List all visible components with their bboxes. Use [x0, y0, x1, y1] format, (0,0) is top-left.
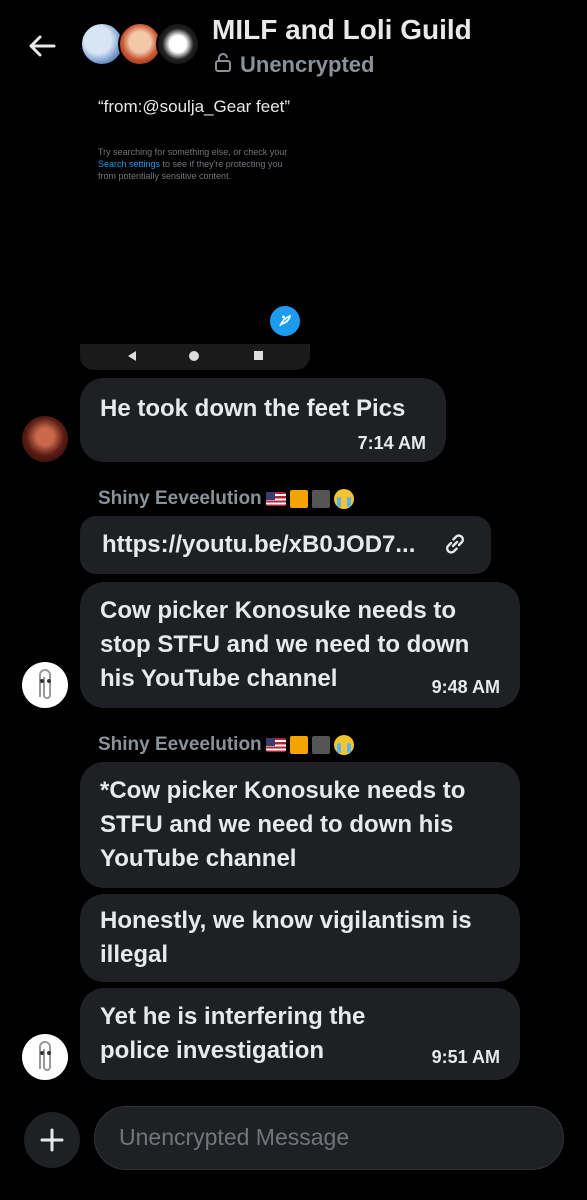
nav-home-icon — [189, 351, 199, 361]
chat-header: MILF and Loli Guild Unencrypted — [0, 0, 587, 90]
message-text: Yet he is interfering the police investi… — [100, 1003, 366, 1064]
sender-avatar[interactable] — [22, 1034, 68, 1080]
link-text[interactable]: https://youtu.be/xB0JOD7... — [102, 531, 415, 558]
member-avatar — [156, 22, 200, 66]
us-flag-icon — [265, 738, 286, 752]
sender-name[interactable]: Shiny Eeveelution — [98, 488, 354, 510]
message-bubble[interactable]: Cow picker Konosuke needs to stop STFU a… — [80, 582, 520, 708]
compose-icon — [270, 306, 300, 336]
us-flag-icon — [265, 492, 286, 506]
message-text: Honestly, we know vigilantism is illegal — [100, 907, 472, 968]
search-hint-text: Try searching for something else, or che… — [98, 147, 288, 181]
encryption-status: Unencrypted — [214, 52, 374, 78]
search-query-text: “from:@soulja_Gear feet” — [98, 97, 291, 116]
chat-title[interactable]: MILF and Loli Guild — [212, 14, 472, 46]
crying-face-icon — [333, 735, 354, 755]
back-arrow-icon[interactable] — [26, 30, 58, 62]
sender-name[interactable]: Shiny Eeveelution — [98, 734, 354, 756]
message-input[interactable] — [117, 1123, 541, 1152]
link-bubble[interactable]: https://youtu.be/xB0JOD7... — [80, 516, 491, 574]
nav-back-icon — [128, 351, 136, 361]
shared-screenshot[interactable]: “from:@soulja_Gear feet” Try searching f… — [80, 92, 310, 372]
android-nav-bar — [80, 344, 310, 370]
black-square-icon — [311, 490, 330, 508]
paperclip-icon — [39, 669, 51, 699]
message-time: 9:51 AM — [431, 1047, 500, 1067]
sender-avatar[interactable] — [22, 416, 68, 462]
orange-square-icon — [289, 736, 308, 754]
message-text: *Cow picker Konosuke needs to STFU and w… — [100, 777, 466, 872]
message-time: 9:48 AM — [431, 677, 500, 697]
nav-recent-icon — [254, 351, 263, 360]
message-text: He took down the feet Pics — [100, 395, 406, 422]
crying-face-icon — [333, 489, 354, 509]
unlock-icon — [214, 52, 232, 78]
message-bubble[interactable]: He took down the feet Pics 7:14 AM — [80, 378, 446, 462]
orange-square-icon — [289, 490, 308, 508]
message-time: 7:14 AM — [357, 433, 426, 453]
paperclip-icon — [39, 1041, 51, 1071]
encryption-label: Unencrypted — [240, 52, 375, 77]
link-icon — [441, 530, 469, 568]
message-composer[interactable] — [94, 1106, 564, 1170]
sender-avatar[interactable] — [22, 662, 68, 708]
black-square-icon — [311, 736, 330, 754]
message-bubble[interactable]: *Cow picker Konosuke needs to STFU and w… — [80, 762, 520, 888]
message-bubble[interactable]: Yet he is interfering the police investi… — [80, 988, 520, 1080]
group-avatars[interactable] — [80, 22, 200, 70]
plus-icon — [40, 1128, 64, 1152]
add-attachment-button[interactable] — [24, 1112, 80, 1168]
message-bubble[interactable]: Honestly, we know vigilantism is illegal — [80, 894, 520, 982]
